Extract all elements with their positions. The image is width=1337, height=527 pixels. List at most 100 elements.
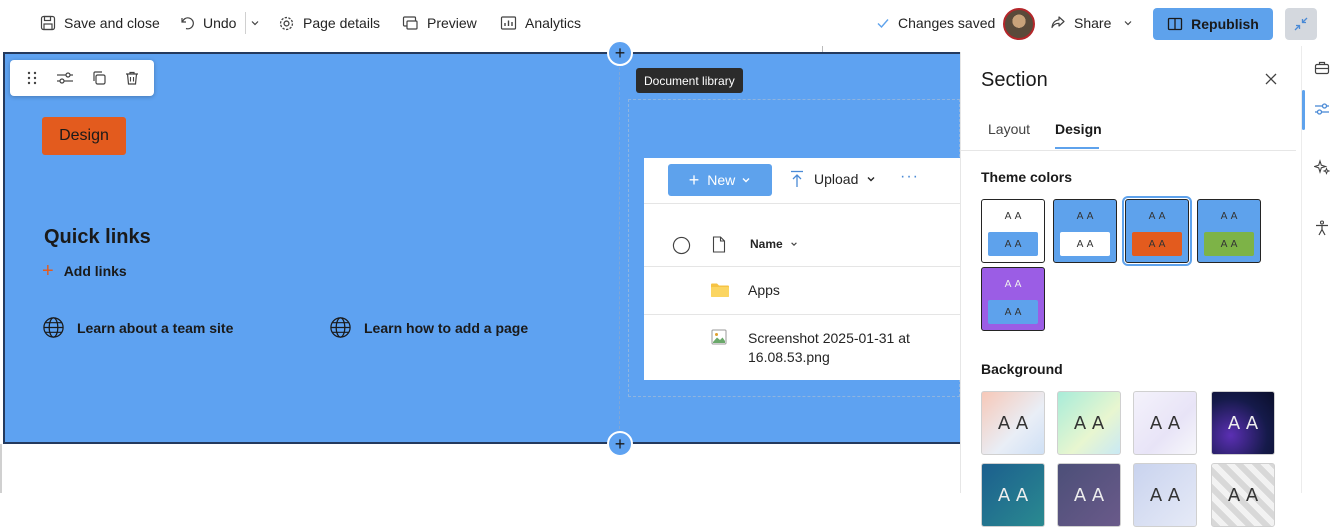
preview-label: Preview: [427, 15, 477, 31]
background-option-lavender[interactable]: A A: [1133, 391, 1197, 455]
select-all-circle-icon[interactable]: [672, 236, 691, 255]
page-details-label: Page details: [303, 15, 381, 31]
changes-saved-status: Changes saved: [876, 12, 995, 34]
aa-glyph: A A: [1220, 238, 1238, 250]
background-option-galaxy[interactable]: A A: [1211, 391, 1275, 455]
upload-button[interactable]: Upload: [790, 170, 876, 188]
add-links-label: Add links: [63, 263, 127, 279]
delete-icon[interactable]: [124, 70, 140, 86]
toolbar-separator: [644, 203, 960, 204]
quick-link-add-page[interactable]: Learn how to add a page: [329, 316, 528, 339]
aa-glyph: A A: [1004, 211, 1022, 222]
republish-label: Republish: [1191, 16, 1259, 32]
gear-icon: [279, 16, 294, 30]
share-label: Share: [1074, 15, 1112, 31]
close-icon[interactable]: [1264, 72, 1278, 86]
aa-glyph: A A: [1073, 484, 1105, 506]
aa-glyph: A A: [1148, 238, 1166, 250]
accessibility-icon[interactable]: [1314, 220, 1330, 236]
file-name-line2: 16.08.53.png: [748, 349, 830, 365]
theme-swatch: A A: [988, 232, 1038, 256]
collapse-button[interactable]: [1285, 8, 1317, 40]
republish-button[interactable]: Republish: [1153, 8, 1273, 40]
new-button[interactable]: + New: [668, 164, 772, 196]
background-option-mint[interactable]: A A: [1057, 391, 1121, 455]
file-name-line1: Screenshot 2025-01-31 at: [748, 330, 910, 346]
checkmark-icon: [877, 19, 889, 29]
theme-option-blue-white[interactable]: A A A A: [1053, 199, 1117, 263]
more-options-button[interactable]: ···: [900, 168, 919, 186]
tab-layout[interactable]: Layout: [988, 121, 1030, 137]
theme-option-purple-blue[interactable]: A A A A: [981, 267, 1045, 331]
top-command-bar: Save and close Undo Page details Preview…: [0, 0, 1337, 46]
undo-icon: [181, 17, 194, 30]
new-label: New: [707, 172, 736, 188]
upload-icon: [791, 170, 803, 187]
undo-button[interactable]: Undo: [179, 12, 236, 34]
save-and-close-label: Save and close: [64, 15, 160, 31]
aa-glyph: A A: [1227, 484, 1259, 506]
theme-option-blue-orange[interactable]: A A A A: [1122, 196, 1192, 266]
plus-icon: +: [688, 170, 700, 190]
add-links-button[interactable]: + Add links: [42, 260, 127, 282]
quick-link-team-site[interactable]: Learn about a team site: [42, 316, 233, 339]
aa-glyph: A A: [1004, 279, 1022, 290]
column-header-row: Name: [644, 234, 960, 255]
background-option-dusk[interactable]: A A: [1057, 463, 1121, 527]
save-and-close-button[interactable]: Save and close: [40, 12, 160, 34]
plus-icon: +: [42, 260, 54, 282]
page-details-button[interactable]: Page details: [278, 12, 380, 34]
table-row[interactable]: Apps: [644, 267, 960, 314]
active-tab-indicator: [1055, 147, 1099, 149]
plus-icon: +: [614, 42, 626, 63]
design-text-block[interactable]: Design: [42, 117, 126, 155]
canvas-below-section: [0, 444, 962, 493]
duplicate-icon[interactable]: [91, 70, 107, 86]
column-guide: [822, 46, 823, 52]
aa-glyph: A A: [1004, 306, 1022, 318]
theme-colors-label: Theme colors: [981, 169, 1073, 185]
avatar[interactable]: [1003, 8, 1035, 40]
aa-glyph: A A: [1076, 238, 1094, 250]
file-name: Apps: [748, 282, 780, 298]
tab-design[interactable]: Design: [1055, 121, 1102, 137]
aa-glyph: A A: [1220, 211, 1238, 222]
chevron-down-icon: [1124, 21, 1132, 26]
sparkle-icon[interactable]: [1314, 159, 1330, 175]
theme-swatch: A A: [1204, 232, 1254, 256]
background-option-peach[interactable]: A A: [981, 391, 1045, 455]
aa-glyph: A A: [1149, 484, 1181, 506]
background-label: Background: [981, 361, 1063, 377]
table-row[interactable]: Screenshot 2025-01-31 at 16.08.53.png: [644, 315, 960, 375]
undo-dropdown-button[interactable]: [245, 12, 268, 34]
theme-swatch: A A: [1060, 232, 1110, 256]
upload-label: Upload: [814, 171, 859, 187]
drag-handle-icon[interactable]: [25, 70, 39, 86]
tabs-divider: [961, 150, 1296, 151]
analytics-button[interactable]: Analytics: [500, 12, 581, 34]
file-type-icon: [712, 236, 726, 253]
background-option-texture[interactable]: A A: [1211, 463, 1275, 527]
preview-button[interactable]: Preview: [402, 12, 477, 34]
globe-icon: [43, 317, 64, 338]
globe-icon: [330, 317, 351, 338]
settings-sliders-icon[interactable]: [56, 70, 74, 86]
background-option-teal[interactable]: A A: [981, 463, 1045, 527]
share-button[interactable]: Share: [1050, 12, 1133, 34]
chevron-down-icon: [251, 21, 259, 26]
name-column-header[interactable]: Name: [750, 237, 798, 251]
toolbox-icon[interactable]: [1314, 60, 1330, 76]
background-option-periwinkle[interactable]: A A: [1133, 463, 1197, 527]
aa-glyph: A A: [997, 484, 1029, 506]
section-properties-panel: Section Layout Design Theme colors A A A…: [960, 52, 1296, 527]
analytics-label: Analytics: [525, 15, 582, 31]
aa-glyph: A A: [1148, 211, 1166, 222]
theme-option-blue-green[interactable]: A A A A: [1197, 199, 1261, 263]
chevron-down-icon: [791, 242, 797, 246]
add-section-below-button[interactable]: +: [607, 431, 633, 457]
folder-icon: [711, 283, 729, 297]
theme-option-white[interactable]: A A A A: [981, 199, 1045, 263]
add-section-above-button[interactable]: +: [607, 40, 633, 66]
settings-sliders-icon[interactable]: [1314, 101, 1330, 117]
name-header-label: Name: [750, 237, 783, 251]
